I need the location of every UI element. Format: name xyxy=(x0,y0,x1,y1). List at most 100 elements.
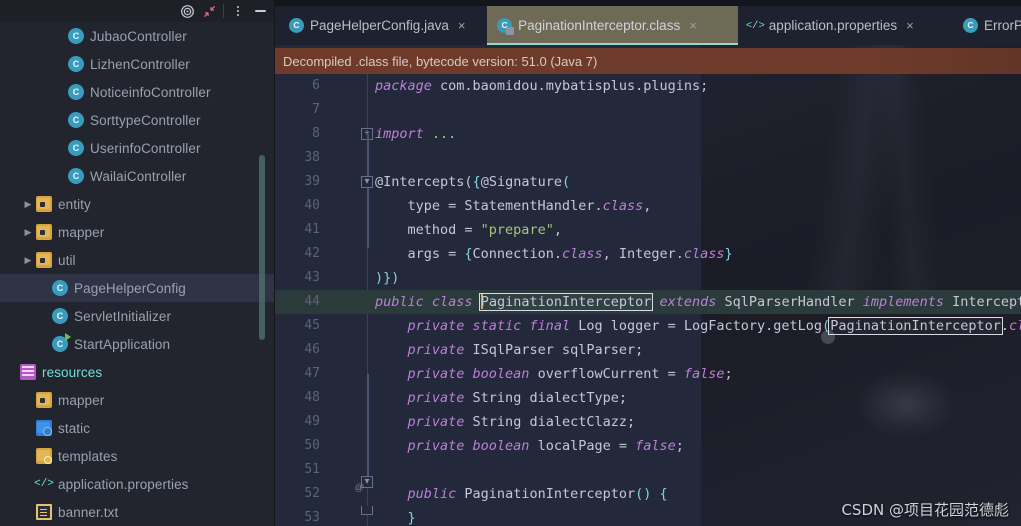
sidebar-item-noticeinfocontroller[interactable]: ▶CNoticeinfoController xyxy=(0,78,275,106)
options-menu-button[interactable] xyxy=(227,1,249,21)
project-tree[interactable]: ▶ C JubaoController ▶ C LizhenController ▶ C Not… xyxy=(0,22,275,526)
line-number: 52 xyxy=(304,486,320,501)
code-line-38[interactable]: 38 xyxy=(275,146,1021,170)
sidebar-item-wailaicontroller[interactable]: ▶CWailaiController xyxy=(0,162,275,190)
sidebar-item-application-properties[interactable]: ▶</>application.properties xyxy=(0,470,275,498)
sidebar-item-pagehelperconfig[interactable]: ▶CPageHelperConfig xyxy=(0,274,275,302)
chevron-right-icon[interactable]: ▶ xyxy=(22,254,34,266)
code-line-7[interactable]: 7 xyxy=(275,98,1021,122)
sidebar-item-label: WailaiController xyxy=(90,168,187,184)
sidebar-item-util[interactable]: ▶ util xyxy=(0,246,275,274)
line-number: 42 xyxy=(304,246,320,261)
chevron-right-icon[interactable]: ▶ xyxy=(22,198,34,210)
package-folder-icon xyxy=(36,196,52,212)
sidebar-item-servletinitializer[interactable]: ▶CServletInitializer xyxy=(0,302,275,330)
chevron-right-icon[interactable]: ▶ xyxy=(22,226,34,238)
line-number: 8 xyxy=(312,126,320,141)
line-content: method = "prepare", xyxy=(375,222,562,238)
code-line-49[interactable]: 49 private String dialectClazz; xyxy=(275,410,1021,434)
code-line-44[interactable]: 44 public class PaginationInterceptor ext… xyxy=(275,290,1021,314)
sidebar-item-startapplication[interactable]: ▶CStartApplication xyxy=(0,330,275,358)
sidebar-item-banner-txt[interactable]: ▶banner.txt xyxy=(0,498,275,526)
close-icon[interactable]: × xyxy=(458,19,466,32)
sidebar-item-label: StartApplication xyxy=(74,336,171,352)
editor-tab-pagehelperconfig-java[interactable]: C PageHelperConfig.java × xyxy=(279,6,487,45)
sidebar-item-label: application.properties xyxy=(58,476,189,492)
sidebar-item-label: resources xyxy=(42,364,103,380)
sidebar-item-mapper[interactable]: ▶mapper xyxy=(0,218,275,246)
toolbar-separator xyxy=(223,4,224,18)
sidebar-item-label: entity xyxy=(58,196,91,212)
code-line-47[interactable]: 47 private boolean overflowCurrent = fal… xyxy=(275,362,1021,386)
window-top-strip xyxy=(275,0,1021,6)
java-class-icon: C xyxy=(68,56,84,72)
line-number: 46 xyxy=(304,342,320,357)
compiled-class-icon: C xyxy=(497,18,515,35)
folder-icon xyxy=(36,392,52,408)
hide-panel-button[interactable] xyxy=(249,1,271,21)
code-line-6[interactable]: 6 package com.baomidou.mybatisplus.plugin… xyxy=(275,74,1021,98)
line-number: 51 xyxy=(304,462,320,477)
line-content: private boolean localPage = false; xyxy=(407,438,684,454)
code-line-51[interactable]: 51 xyxy=(275,458,1021,482)
sidebar-item-jubaocontroller[interactable]: ▶CJubaoController xyxy=(0,22,275,50)
java-class-icon: C xyxy=(68,28,84,44)
editor-tab-label: PaginationInterceptor.class xyxy=(518,18,681,33)
code-line-42[interactable]: 42 args = {Connection.class, Integer.cla… xyxy=(275,242,1021,266)
code-line-39[interactable]: 39 @Intercepts({@Signature( xyxy=(275,170,1021,194)
sidebar-item-lizhencontroller[interactable]: ▶CLizhenController xyxy=(0,50,275,78)
sidebar-item-label: JubaoController xyxy=(90,28,187,44)
editor-area: C PageHelperConfig.java × C PaginationInterc… xyxy=(275,0,1021,526)
sidebar-item-label: static xyxy=(58,420,91,436)
sidebar-item-entity[interactable]: ▶ entity xyxy=(0,190,275,218)
java-class-icon: C xyxy=(289,18,304,33)
notice-fade xyxy=(871,48,1021,74)
code-line-43[interactable]: 43)}) xyxy=(275,266,1021,290)
code-editor[interactable]: + ▾ ▴ ▾ C xyxy=(275,74,1021,526)
sidebar-item-static[interactable]: ▶static xyxy=(0,414,275,442)
editor-tab-paginationinterceptor-class[interactable]: C PaginationInterceptor.class × xyxy=(487,6,738,45)
code-line-40[interactable]: 40 type = StatementHandler.class, xyxy=(275,194,1021,218)
code-line-45[interactable]: 45 private static final Log logger = Log… xyxy=(275,314,1021,338)
sidebar-item-sorttypecontroller[interactable]: ▶CSorttypeController xyxy=(0,106,275,134)
java-class-icon: C xyxy=(68,112,84,128)
line-content: private ISqlParser sqlParser; xyxy=(407,342,644,358)
java-class-icon: C xyxy=(68,140,84,156)
editor-tab-label: ErrorPageController.java xyxy=(984,18,1021,33)
sidebar-item-mapper[interactable]: ▶mapper xyxy=(0,386,275,414)
project-tree-scrollbar[interactable] xyxy=(259,155,265,340)
line-content: } xyxy=(407,510,416,526)
locate-in-tree-button[interactable] xyxy=(176,1,198,21)
sidebar-item-userinfocontroller[interactable]: ▶CUserinfoController xyxy=(0,134,275,162)
editor-tab-bar: C PageHelperConfig.java × C PaginationInterc… xyxy=(275,0,1021,45)
code-line-50[interactable]: 50 private boolean localPage = false; xyxy=(275,434,1021,458)
sidebar-item-label: templates xyxy=(58,448,118,464)
editor-tab-application-properties[interactable]: </> application.properties × xyxy=(738,6,953,45)
sidebar-item-resources[interactable]: ▶resources xyxy=(0,358,275,386)
sidebar-item-templates[interactable]: ▶templates xyxy=(0,442,275,470)
line-content: import ... xyxy=(375,126,457,142)
line-content: private boolean overflowCurrent = false; xyxy=(407,366,733,382)
sidebar-item-label: util xyxy=(58,252,76,268)
collapse-all-button[interactable] xyxy=(198,1,220,21)
target-icon xyxy=(180,4,194,18)
static-web-folder-icon xyxy=(36,420,52,436)
line-content: public class PaginationInterceptor exten… xyxy=(375,293,1021,311)
line-number: 45 xyxy=(304,318,320,333)
code-line-8[interactable]: 8 import ... xyxy=(275,122,1021,146)
properties-file-icon: </> xyxy=(745,19,765,32)
line-content: @Intercepts({@Signature( xyxy=(375,174,571,190)
line-content: public PaginationInterceptor() { xyxy=(407,486,668,502)
code-line-48[interactable]: 48 private String dialectType; xyxy=(275,386,1021,410)
close-icon[interactable]: × xyxy=(689,19,697,32)
sidebar-item-label: ServletInitializer xyxy=(74,308,172,324)
decompiled-notice-banner: Decompiled .class file, bytecode version… xyxy=(275,48,1021,74)
editor-tab-errorpagecontroller-java[interactable]: CErrorPageController.java× xyxy=(953,6,1021,45)
code-line-46[interactable]: 46 private ISqlParser sqlParser; xyxy=(275,338,1021,362)
code-line-41[interactable]: 41 method = "prepare", xyxy=(275,218,1021,242)
line-number: 6 xyxy=(312,78,320,93)
close-icon[interactable]: × xyxy=(906,19,914,32)
project-tool-window: ▶ C JubaoController ▶ C LizhenController ▶ C Not… xyxy=(0,0,275,526)
line-number: 39 xyxy=(304,174,320,189)
line-number: 48 xyxy=(304,390,320,405)
